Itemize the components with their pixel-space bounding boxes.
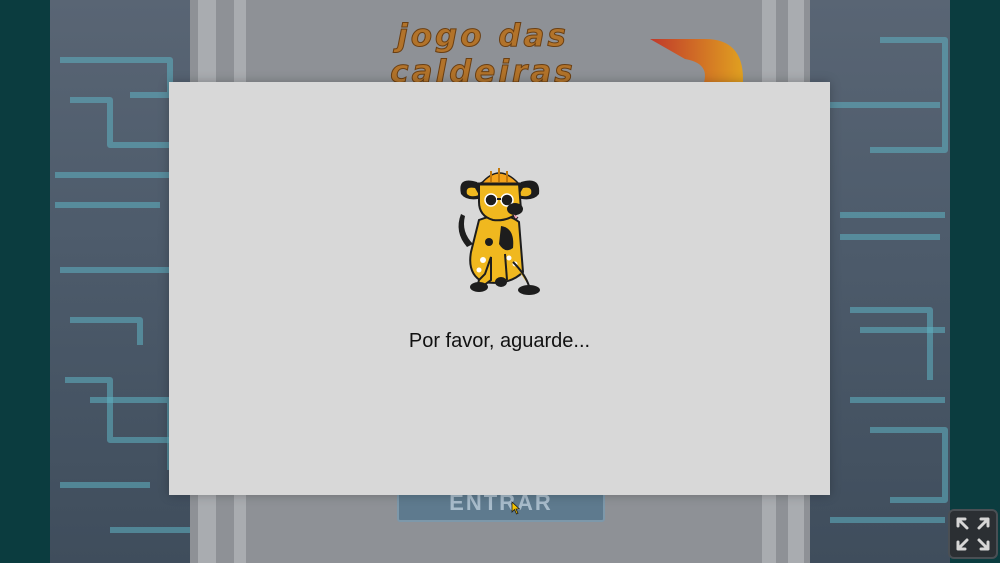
loading-text: Por favor, aguarde...	[408, 330, 591, 352]
mouse-cursor-icon	[511, 501, 521, 515]
right-side-bar	[950, 0, 1000, 563]
mascot-dog-icon	[458, 168, 540, 295]
game-title: jogo das caldeiras	[390, 18, 576, 91]
loading-modal: Por favor, aguarde...	[169, 82, 830, 495]
expand-icon	[956, 517, 990, 551]
fullscreen-button[interactable]	[948, 509, 998, 559]
left-side-bar	[0, 0, 50, 563]
